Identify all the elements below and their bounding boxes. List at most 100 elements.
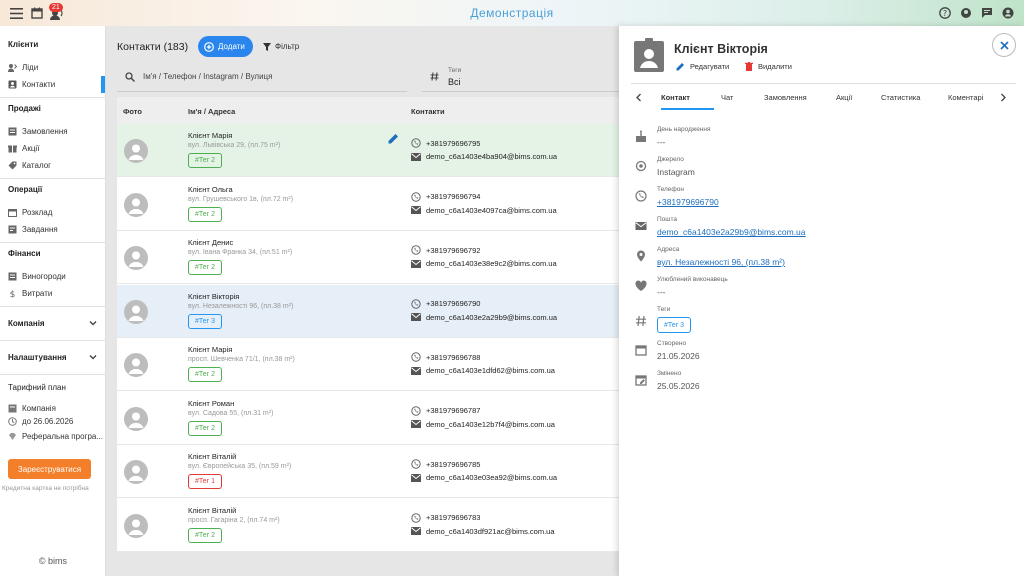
orders-icon <box>8 127 17 135</box>
address-link[interactable]: вул. Незалежності 96, (пл.38 m²) <box>657 257 785 267</box>
tab-statistics[interactable]: Статистика <box>881 93 920 102</box>
viber-icon <box>411 352 421 362</box>
delete-button[interactable]: Видалити <box>745 62 792 71</box>
row-address: вул. Івана Франка 34, (пл.51 m²) <box>188 249 293 256</box>
row-tag[interactable]: #Тег 2 <box>188 420 223 436</box>
plan-company-label: Компанія <box>22 403 56 413</box>
chevron-right-icon[interactable] <box>1000 93 1007 102</box>
map-pin-icon <box>637 250 645 262</box>
contacts-main: Контакти (183) Додати Фільтр Ім'я / Теле… <box>117 26 619 576</box>
table-row[interactable]: Клієнт Денис вул. Івана Франка 34, (пл.5… <box>117 231 619 284</box>
filter-button[interactable]: Фільтр <box>263 42 299 51</box>
hash-icon <box>430 72 439 81</box>
sidebar-item-leads[interactable]: Ліди <box>8 60 104 74</box>
tab-contact[interactable]: Контакт <box>661 93 690 102</box>
row-tag[interactable]: #Тег 3 <box>188 313 223 329</box>
table-row[interactable]: Клієнт Роман вул. Садова 55, (пл.31 m²) … <box>117 391 619 445</box>
location-target-icon <box>635 160 647 172</box>
tags-label: Теги <box>448 67 462 74</box>
search-placeholder: Ім'я / Телефон / Instagram / Вулиця <box>143 72 273 81</box>
phone-link[interactable]: +381979696790 <box>657 197 719 207</box>
sidebar-item-label: Розклад <box>22 207 53 217</box>
help-icon[interactable]: ? <box>937 5 953 21</box>
email-text: demo_c6a1403e38e9c2@bims.com.ua <box>426 259 557 268</box>
add-button[interactable]: Додати <box>198 36 253 57</box>
sidebar-item-catalog[interactable]: Каталог <box>8 158 104 172</box>
chevron-left-icon[interactable] <box>635 93 642 102</box>
avatar <box>124 139 148 163</box>
support-icon[interactable] <box>958 5 974 21</box>
table-row[interactable]: Клієнт Марія просп. Шевченка 71/1, (пл.3… <box>117 338 619 391</box>
tab-promotions[interactable]: Акції <box>836 93 852 102</box>
account-icon[interactable] <box>1000 5 1016 21</box>
filter-label: Фільтр <box>275 42 300 51</box>
close-button[interactable] <box>992 33 1016 57</box>
field-source: Джерело Instagram <box>635 156 1015 184</box>
email-link[interactable]: demo_c6a1403e2a29b9@bims.com.ua <box>657 227 806 237</box>
source-value: Instagram <box>657 167 695 177</box>
sidebar-section-company[interactable]: Компанія <box>8 319 45 328</box>
trash-icon <box>745 62 753 71</box>
table-row[interactable]: Клієнт Марія вул. Львівська 29, (пл.75 m… <box>117 124 619 177</box>
mail-icon <box>411 313 421 321</box>
search-icon <box>125 71 135 82</box>
viber-icon <box>635 190 647 202</box>
sidebar-item-contacts[interactable]: Контакти <box>8 77 104 91</box>
close-icon <box>999 40 1009 50</box>
leads-icon <box>8 63 17 72</box>
cake-icon <box>636 130 646 142</box>
avatar <box>124 299 148 324</box>
heart-icon <box>635 280 647 291</box>
viber-icon <box>411 298 421 309</box>
email-text: demo_c6a1403e1dfd62@bims.com.ua <box>426 366 555 375</box>
chevron-down-icon[interactable] <box>89 319 97 327</box>
search-input[interactable]: Ім'я / Телефон / Instagram / Вулиця <box>117 62 407 92</box>
chevron-down-icon[interactable] <box>89 353 97 361</box>
sidebar-section-finance: Фінанси <box>8 249 41 258</box>
chat-icon[interactable] <box>979 5 995 21</box>
table-row[interactable]: Клієнт Ольга вул. Грушевського 1в, (пл.7… <box>117 177 619 231</box>
created-label: Створено <box>657 340 687 347</box>
plan-referral[interactable]: Реферальна програ... <box>8 429 104 443</box>
viber-icon <box>411 459 421 469</box>
row-edit-pencil-icon[interactable] <box>388 133 399 144</box>
sidebar-section-clients: Клієнти <box>8 40 39 49</box>
sidebar-item-tasks[interactable]: Завдання <box>8 222 104 236</box>
sidebar-item-expenses[interactable]: $ Витрати <box>8 286 104 300</box>
viber-icon <box>411 245 421 255</box>
sidebar-item-orders[interactable]: Замовлення <box>8 124 104 138</box>
row-tag[interactable]: #Тег 2 <box>188 153 223 168</box>
sidebar-item-vineyards[interactable]: Виногороди <box>8 269 104 283</box>
sidebar-section-settings[interactable]: Налаштування <box>8 353 67 362</box>
table-row[interactable]: Клієнт Віталій вул. Європейська 35, (пл.… <box>117 445 619 498</box>
row-email: demo_c6a1403e1dfd62@bims.com.ua <box>411 366 555 375</box>
row-tag[interactable]: #Тег 1 <box>188 474 223 489</box>
sidebar-divider <box>0 242 106 243</box>
diamond-icon <box>9 432 16 440</box>
sidebar-item-label: Витрати <box>22 288 53 298</box>
sidebar-item-schedule[interactable]: Розклад <box>8 205 104 219</box>
row-tag[interactable]: #Тег 2 <box>188 260 223 275</box>
plan-referral-label: Реферальна програ... <box>22 431 104 441</box>
register-button[interactable]: Зареєструватися <box>8 459 91 479</box>
tab-comments[interactable]: Коментарі <box>948 93 983 102</box>
row-tag[interactable]: #Тег 2 <box>188 367 223 382</box>
table-row[interactable]: Клієнт Віталій просп. Гагаріна 2, (пл.74… <box>117 498 619 552</box>
row-phone: +381979696790 <box>411 298 480 309</box>
sidebar-item-promotions[interactable]: Акції <box>8 141 104 155</box>
tags-select[interactable]: Теги Всі <box>422 62 619 92</box>
row-name: Клієнт Марія <box>188 345 233 354</box>
company-icon <box>8 404 17 412</box>
edit-button[interactable]: Редагувати <box>676 62 729 71</box>
tag-chip[interactable]: #Тег 3 <box>657 317 692 333</box>
app-title: Демонстрація <box>470 6 554 20</box>
sidebar-item-label: Завдання <box>22 224 58 234</box>
tab-chat[interactable]: Чат <box>721 93 733 102</box>
mail-icon <box>411 259 421 268</box>
row-tag[interactable]: #Тег 2 <box>188 527 223 543</box>
email-text: demo_c6a1403df921ac@bims.com.ua <box>426 526 555 536</box>
tab-orders[interactable]: Замовлення <box>764 93 807 102</box>
row-tag[interactable]: #Тег 2 <box>188 206 223 222</box>
phone-text: +381979696783 <box>426 513 481 522</box>
table-row[interactable]: Клієнт Вікторія вул. Незалежності 96, (п… <box>117 284 619 338</box>
